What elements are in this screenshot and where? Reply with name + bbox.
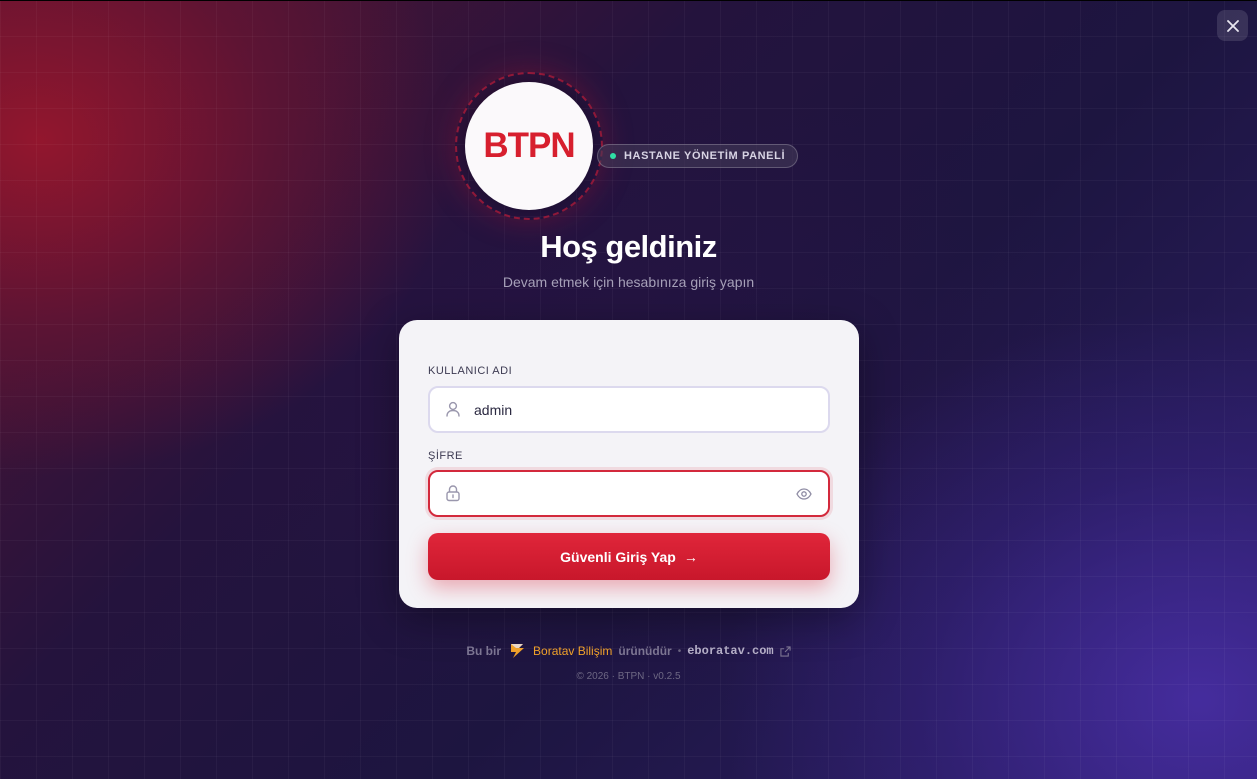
- footer-suffix: ürünüdür: [618, 644, 672, 658]
- window-top-border: [0, 0, 1257, 1]
- footer-brand[interactable]: Boratav Bilişim: [533, 644, 612, 658]
- password-field[interactable]: [428, 470, 830, 517]
- login-button-label: Güvenli Giriş Yap: [560, 548, 676, 565]
- login-button[interactable]: Güvenli Giriş Yap →: [428, 533, 830, 580]
- username-value: admin: [474, 402, 513, 418]
- arrow-right-icon: →: [683, 548, 698, 565]
- login-card: KULLANICI ADI admin ŞİFRE Güvenli Giriş …: [399, 320, 859, 608]
- page-title: Hoş geldiniz: [540, 229, 717, 264]
- footer-separator: •: [677, 645, 682, 657]
- eye-icon[interactable]: [796, 486, 812, 502]
- badge-label: HASTANE YÖNETİM PANELİ: [624, 150, 786, 162]
- boratav-logo-icon: [511, 644, 525, 658]
- footer-website-link[interactable]: eboratav.com: [687, 644, 773, 658]
- status-dot-icon: [610, 153, 616, 159]
- username-label: KULLANICI ADI: [428, 365, 513, 377]
- close-icon: [1226, 19, 1239, 32]
- lock-icon: [446, 485, 460, 502]
- password-label: ŞİFRE: [428, 450, 463, 462]
- logo: BTPN: [455, 72, 603, 220]
- status-badge: HASTANE YÖNETİM PANELİ: [597, 144, 799, 168]
- footer: Bu bir Boratav Bilişim ürünüdür • eborat…: [0, 641, 1257, 661]
- close-button[interactable]: [1217, 10, 1248, 41]
- logo-circle: BTPN: [465, 82, 593, 210]
- external-link-icon[interactable]: [780, 645, 791, 657]
- username-field[interactable]: admin: [428, 386, 830, 433]
- user-icon: [446, 401, 460, 417]
- logo-text: BTPN: [483, 126, 575, 165]
- footer-prefix: Bu bir: [466, 644, 502, 658]
- page-subtitle: Devam etmek için hesabınıza giriş yapın: [502, 274, 755, 290]
- copyright: © 2026 · BTPN · v0.2.5: [576, 671, 681, 682]
